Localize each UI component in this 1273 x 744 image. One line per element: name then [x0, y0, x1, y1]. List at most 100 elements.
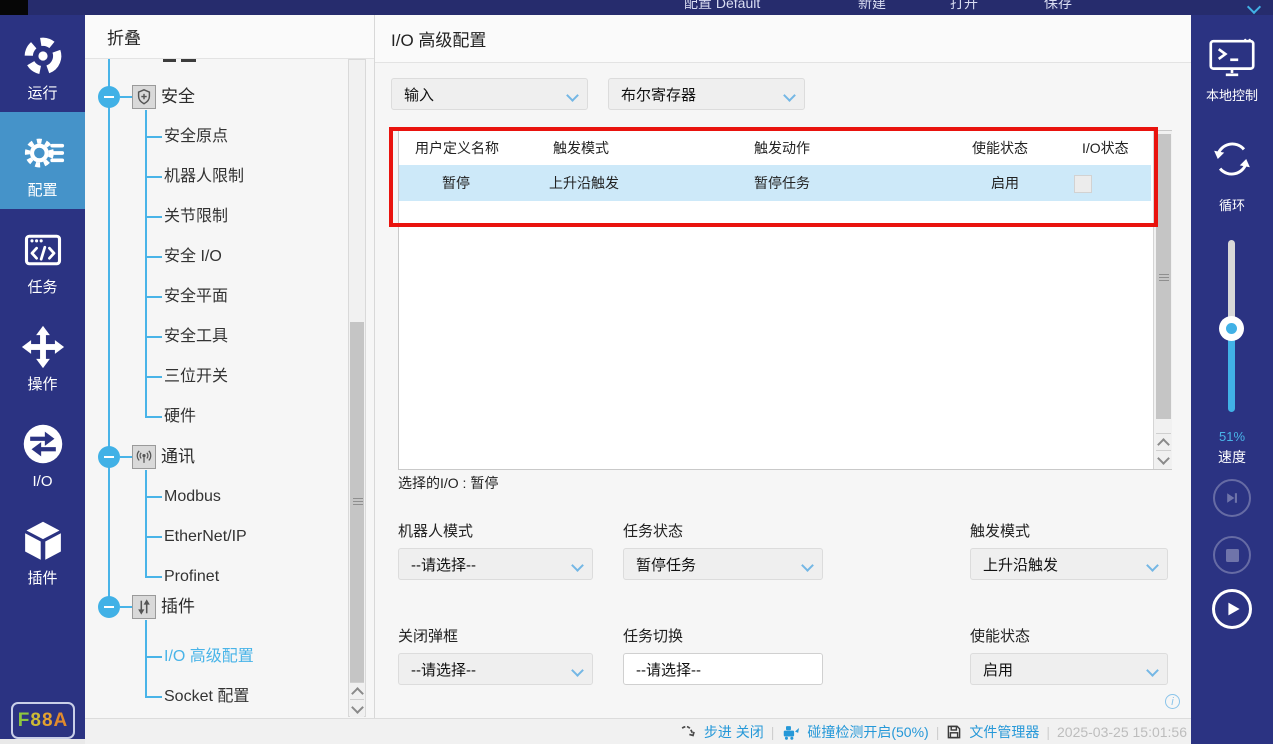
chevron-down-icon[interactable] [1247, 0, 1261, 14]
play-icon [1226, 601, 1242, 617]
sidebar-item-plugin[interactable]: 插件 [0, 500, 85, 597]
table-scrollbar[interactable] [1153, 131, 1172, 469]
trigger-mode-label: 触发模式 [970, 520, 1030, 541]
tree-item-joint-limit[interactable]: 关节限制 [164, 205, 228, 229]
menu-open[interactable]: 打开 [950, 0, 978, 13]
sidebar-item-task[interactable]: 任务 [0, 209, 85, 306]
collision-status[interactable]: 碰撞检测开启(50%) [807, 722, 928, 742]
enable-state-label: 使能状态 [970, 625, 1030, 646]
chevron-down-icon [571, 559, 584, 572]
bottom-strip [0, 739, 85, 744]
tree-item-hardware[interactable]: 硬件 [164, 405, 196, 429]
play-button[interactable] [1212, 589, 1252, 629]
local-control-label: 本地控制 [1191, 85, 1273, 104]
tree-item-io-advanced-config[interactable]: I/O 高级配置 [164, 645, 254, 669]
task-state-label: 任务状态 [623, 520, 683, 541]
tree-node-comm[interactable]: 通讯 [161, 445, 195, 469]
chevron-down-icon [801, 559, 814, 572]
cell-name: 暂停 [442, 165, 470, 201]
info-icon[interactable]: i [1165, 694, 1180, 709]
step-status[interactable]: 步进 关闭 [704, 722, 764, 742]
tree-item-modbus[interactable]: Modbus [164, 485, 221, 509]
table-row-selected[interactable]: 暂停 上升沿触发 暂停任务 启用 [399, 165, 1151, 201]
chevron-down-icon [566, 89, 579, 102]
menu-new[interactable]: 新建 [858, 0, 886, 13]
robot-mode-value: --请选择-- [411, 554, 476, 575]
tree-item-safety-plane[interactable]: 安全平面 [164, 285, 228, 309]
chevron-down-icon [1146, 559, 1159, 572]
tree-item-ethernet-ip[interactable]: EtherNet/IP [164, 525, 247, 549]
separator: | [1046, 724, 1050, 740]
step-forward-button[interactable] [1213, 479, 1251, 517]
trigger-mode-select[interactable]: 上升沿触发 [970, 548, 1168, 580]
scroll-down-button[interactable] [350, 699, 364, 717]
sidebar-item-run[interactable]: 运行 [0, 15, 85, 112]
sidebar-item-label: 操作 [27, 377, 57, 393]
tree-item-safety-home[interactable]: 安全原点 [164, 125, 228, 149]
tree-item-clipped[interactable] [163, 59, 176, 62]
tree-collapse-header[interactable]: 折叠 [85, 15, 374, 59]
tree-scrollbar[interactable] [348, 59, 366, 717]
run-target-icon [21, 34, 65, 78]
file-manager-icon [946, 724, 962, 740]
scrollbar-thumb[interactable] [1156, 134, 1171, 419]
task-switch-label: 任务切换 [623, 625, 683, 646]
enable-state-select[interactable]: 启用 [970, 653, 1168, 685]
file-manager-link[interactable]: 文件管理器 [969, 722, 1039, 742]
sidebar-item-config[interactable]: 配置 [0, 112, 85, 209]
sidebar-item-label: 配置 [27, 183, 57, 199]
antenna-icon [132, 445, 156, 469]
tree-item-clipped[interactable] [181, 59, 196, 62]
cube-icon [21, 519, 65, 563]
loop-icon[interactable] [1210, 137, 1254, 181]
collapse-toggle-icon[interactable] [98, 596, 120, 618]
register-type-value: 布尔寄存器 [621, 84, 696, 105]
gear-icon [21, 131, 65, 175]
io-direction-select[interactable]: 输入 [391, 78, 588, 110]
tree-item-profinet[interactable]: Profinet [164, 565, 219, 589]
separator: | [936, 724, 940, 740]
tree-node-plugin[interactable]: 插件 [161, 595, 195, 619]
status-bar: 步进 关闭 | 碰撞检测开启(50%) | 文件管理器 | 2025-03-25… [85, 718, 1191, 744]
collapse-toggle-icon[interactable] [98, 86, 120, 108]
close-popup-select[interactable]: --请选择-- [398, 653, 593, 685]
scroll-down-button[interactable] [1156, 450, 1171, 468]
sliders-icon [132, 595, 156, 619]
sidebar-item-label: 任务 [27, 280, 57, 296]
task-state-select[interactable]: 暂停任务 [623, 548, 823, 580]
register-type-select[interactable]: 布尔寄存器 [608, 78, 805, 110]
sidebar-item-io[interactable]: I/O [0, 403, 85, 500]
io-state-checkbox[interactable] [1074, 175, 1092, 193]
collapse-toggle-icon[interactable] [98, 446, 120, 468]
terminal-icon[interactable] [1209, 37, 1255, 79]
chevron-down-icon [783, 89, 796, 102]
robot-mode-select[interactable]: --请选择-- [398, 548, 593, 580]
tree-node-safety[interactable]: 安全 [161, 85, 195, 109]
scroll-up-button[interactable] [350, 682, 364, 700]
tree-item-robot-limit[interactable]: 机器人限制 [164, 165, 244, 189]
move-arrows-icon [21, 325, 65, 369]
cell-enable-state: 启用 [991, 165, 1019, 201]
page-title: I/O 高级配置 [375, 15, 1191, 63]
timestamp: 2025-03-25 15:01:56 [1057, 724, 1187, 740]
menu-save[interactable]: 保存 [1044, 0, 1072, 13]
tree-item-safety-io[interactable]: 安全 I/O [164, 245, 222, 269]
top-menubar: 配置 Default 新建 打开 保存 [0, 0, 1273, 15]
io-arrows-icon [21, 422, 65, 466]
speed-percent: 51% [1191, 429, 1273, 444]
sidebar-item-operate[interactable]: 操作 [0, 306, 85, 403]
skip-icon [1224, 490, 1240, 506]
tree-item-three-pos-switch[interactable]: 三位开关 [164, 365, 228, 389]
tree-item-socket-config[interactable]: Socket 配置 [164, 685, 249, 709]
speed-slider-handle[interactable] [1219, 316, 1244, 341]
io-direction-value: 输入 [404, 84, 434, 105]
col-header-io-state: I/O状态 [1082, 131, 1129, 165]
tree-item-safety-tool[interactable]: 安全工具 [164, 325, 228, 349]
task-switch-input[interactable]: --请选择-- [623, 653, 823, 685]
cell-trigger-action: 暂停任务 [754, 165, 810, 201]
stop-button[interactable] [1213, 536, 1251, 574]
topbar-corner [0, 0, 28, 15]
task-state-value: 暂停任务 [636, 554, 696, 575]
scroll-up-button[interactable] [1156, 433, 1171, 451]
scrollbar-thumb[interactable] [350, 322, 364, 682]
